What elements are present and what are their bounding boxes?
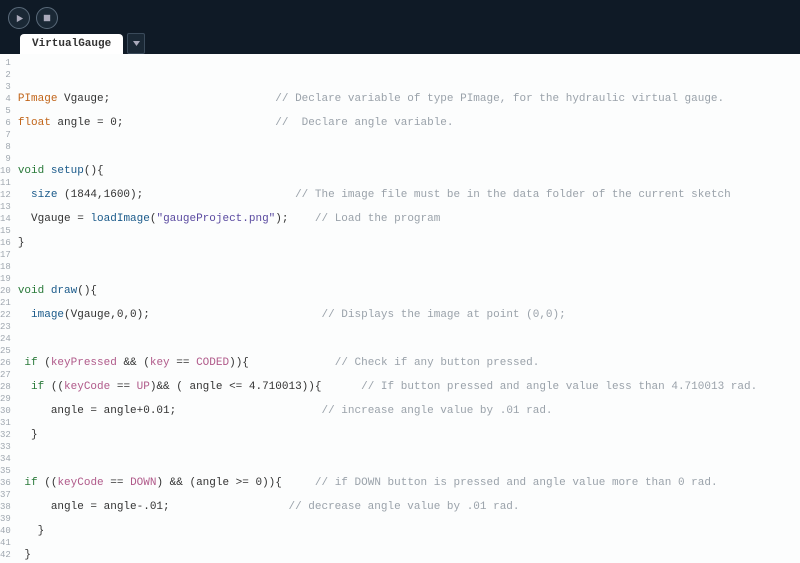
line-number: 32 — [0, 429, 14, 441]
code-line: if ((keyCode == UP)&& ( angle <= 4.71001… — [18, 381, 800, 393]
ide-window: VirtualGauge 123456789101112131415161718… — [0, 0, 800, 563]
line-number: 18 — [0, 261, 14, 273]
line-number: 40 — [0, 525, 14, 537]
line-number: 38 — [0, 501, 14, 513]
tab-virtualgauge[interactable]: VirtualGauge — [20, 34, 123, 54]
line-number: 23 — [0, 321, 14, 333]
line-number: 30 — [0, 405, 14, 417]
line-number: 24 — [0, 333, 14, 345]
line-number: 22 — [0, 309, 14, 321]
line-number: 42 — [0, 549, 14, 561]
line-number: 8 — [0, 141, 14, 153]
line-number: 41 — [0, 537, 14, 549]
line-number: 25 — [0, 345, 14, 357]
code-line: angle = angle+0.01; // increase angle va… — [18, 405, 800, 417]
code-line: void draw(){ — [18, 285, 800, 297]
line-number: 10 — [0, 165, 14, 177]
code-line — [18, 453, 800, 465]
code-line: void setup(){ — [18, 165, 800, 177]
stop-button[interactable] — [36, 7, 58, 29]
line-number: 36 — [0, 477, 14, 489]
line-number: 3 — [0, 81, 14, 93]
line-number: 14 — [0, 213, 14, 225]
code-line: } — [18, 429, 800, 441]
code-line: PImage Vgauge; // Declare variable of ty… — [18, 93, 800, 105]
line-gutter: 1234567891011121314151617181920212223242… — [0, 54, 14, 563]
line-number: 26 — [0, 357, 14, 369]
line-number: 7 — [0, 129, 14, 141]
code-line: } — [18, 237, 800, 249]
code-editor[interactable]: 1234567891011121314151617181920212223242… — [0, 54, 800, 563]
line-number: 2 — [0, 69, 14, 81]
line-number: 31 — [0, 417, 14, 429]
code-line: float angle = 0; // Declare angle variab… — [18, 117, 800, 129]
line-number: 5 — [0, 105, 14, 117]
code-line: if (keyPressed && (key == CODED)){ // Ch… — [18, 357, 800, 369]
line-number: 27 — [0, 369, 14, 381]
line-number: 34 — [0, 453, 14, 465]
run-button[interactable] — [8, 7, 30, 29]
code-line — [18, 69, 800, 81]
code-line: size (1844,1600); // The image file must… — [18, 189, 800, 201]
line-number: 29 — [0, 393, 14, 405]
tab-row: VirtualGauge — [0, 32, 800, 54]
line-number: 13 — [0, 201, 14, 213]
code-line: } — [18, 525, 800, 537]
code-area[interactable]: PImage Vgauge; // Declare variable of ty… — [14, 54, 800, 563]
line-number: 12 — [0, 189, 14, 201]
line-number: 37 — [0, 489, 14, 501]
line-number: 19 — [0, 273, 14, 285]
code-line: Vgauge = loadImage("gaugeProject.png"); … — [18, 213, 800, 225]
line-number: 1 — [0, 57, 14, 69]
stop-icon — [43, 14, 51, 22]
tab-dropdown[interactable] — [127, 33, 145, 54]
chevron-down-icon — [133, 41, 140, 46]
line-number: 20 — [0, 285, 14, 297]
code-line — [18, 141, 800, 153]
line-number: 39 — [0, 513, 14, 525]
line-number: 9 — [0, 153, 14, 165]
line-number: 33 — [0, 441, 14, 453]
line-number: 11 — [0, 177, 14, 189]
code-line — [18, 333, 800, 345]
code-line: if ((keyCode == DOWN) && (angle >= 0)){ … — [18, 477, 800, 489]
toolbar — [0, 0, 800, 32]
line-number: 17 — [0, 249, 14, 261]
code-line: angle = angle-.01; // decrease angle val… — [18, 501, 800, 513]
line-number: 15 — [0, 225, 14, 237]
line-number: 16 — [0, 237, 14, 249]
line-number: 35 — [0, 465, 14, 477]
play-icon — [15, 14, 24, 23]
line-number: 21 — [0, 297, 14, 309]
line-number: 4 — [0, 93, 14, 105]
code-line: image(Vgauge,0,0); // Displays the image… — [18, 309, 800, 321]
line-number: 6 — [0, 117, 14, 129]
line-number: 28 — [0, 381, 14, 393]
code-line: } — [18, 549, 800, 561]
code-line — [18, 261, 800, 273]
